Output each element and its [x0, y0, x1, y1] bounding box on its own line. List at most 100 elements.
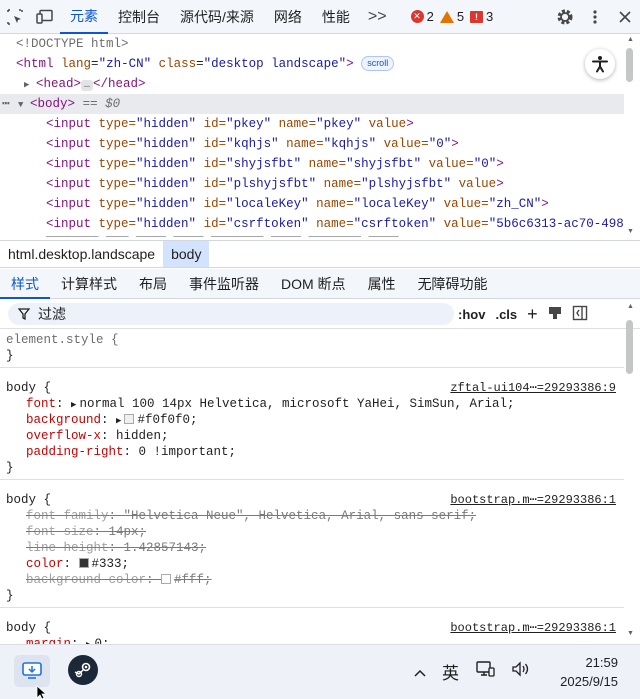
- color-swatch[interactable]: [124, 414, 135, 424]
- name-val: "csrftoken": [353, 217, 437, 231]
- volume-speaker-icon[interactable]: [511, 660, 531, 683]
- tab-console[interactable]: 控制台: [108, 0, 170, 34]
- rule-source-link[interactable]: bootstrap.m⋯=29293386:1: [450, 620, 616, 635]
- property-value: 1.42857143;: [123, 541, 207, 555]
- tree-line-input[interactable]: <input type="hidden" id="pkey" name="pke…: [0, 114, 624, 134]
- new-style-rule-button[interactable]: +: [527, 304, 538, 325]
- overridden-property[interactable]: line-height: 1.42857143;: [6, 540, 624, 556]
- scroll-up-arrow-icon[interactable]: ▲: [627, 36, 634, 43]
- breadcrumb: html.desktop.landscape body: [0, 240, 640, 268]
- styles-tabbar: 样式 计算样式 布局 事件监听器 DOM 断点 属性 无障碍功能: [0, 269, 640, 299]
- tab-dom-breakpoints[interactable]: DOM 断点: [270, 269, 357, 299]
- property-name: color: [26, 557, 64, 571]
- css-property[interactable]: margin: ▶0;: [6, 636, 624, 644]
- css-property[interactable]: overflow-x: hidden;: [6, 428, 624, 444]
- styles-scroll-up-arrow-icon[interactable]: ▲: [627, 303, 634, 310]
- input-tag: <input: [46, 177, 92, 191]
- tab-properties[interactable]: 属性: [357, 269, 407, 299]
- overridden-property[interactable]: font-family: "Helvetica Neue", Helvetica…: [6, 508, 624, 524]
- tree-line-input[interactable]: <input type="hidden" id="localeKey" name…: [0, 194, 624, 214]
- tab-styles[interactable]: 样式: [0, 269, 50, 299]
- scroll-badge[interactable]: scroll: [361, 56, 395, 72]
- clock-date: 2025/9/15: [560, 674, 618, 689]
- color-swatch[interactable]: [161, 574, 172, 584]
- rule-close: }: [6, 349, 14, 363]
- color-swatch[interactable]: [78, 558, 89, 568]
- tab-event-listeners[interactable]: 事件监听器: [178, 269, 270, 299]
- tab-layout[interactable]: 布局: [128, 269, 178, 299]
- settings-gear-icon[interactable]: [550, 0, 580, 34]
- tree-line-input[interactable]: <input type="hidden" id="plshyjsfbt" nam…: [0, 174, 624, 194]
- body-rule-zftal[interactable]: zftal-ui104⋯=29293386:9 body { font: ▶ no…: [0, 368, 624, 480]
- tree-line-head[interactable]: ▶ <head>… </head>: [0, 74, 624, 94]
- row-menu-dots-icon[interactable]: ⋯: [2, 97, 11, 111]
- css-property[interactable]: font: ▶ normal 100 14px Helvetica, micros…: [6, 396, 624, 412]
- name-val: "kqhjs": [323, 137, 377, 151]
- input-method-indicator[interactable]: 英: [442, 659, 459, 684]
- error-icon: ✕: [410, 10, 424, 23]
- dom-tree-scrollbar[interactable]: [626, 48, 633, 82]
- styles-scrollbar[interactable]: [626, 320, 633, 374]
- cls-button[interactable]: .cls: [495, 307, 517, 322]
- rule-source-link[interactable]: zftal-ui104⋯=29293386:9: [450, 380, 616, 395]
- tree-line-html[interactable]: <html lang="zh-CN" class="desktop landsc…: [0, 54, 624, 74]
- device-toolbar-icon[interactable]: [30, 0, 60, 34]
- tab-accessibility[interactable]: 无障碍功能: [407, 269, 499, 299]
- tree-line-input[interactable]: <input type="hidden" id="shyjsfbt" name=…: [0, 154, 624, 174]
- taskbar-app-remote-desktop-icon[interactable]: [14, 655, 50, 687]
- collapsed-ellipsis[interactable]: …: [81, 80, 94, 91]
- tree-line-input[interactable]: <input type="hidden" id="kqhjs" name="kq…: [0, 134, 624, 154]
- property-value: 14px;: [108, 525, 147, 539]
- more-tabs-button[interactable]: >>: [360, 8, 395, 26]
- type-val: "hidden": [136, 177, 197, 191]
- rendering-emulation-icon[interactable]: [548, 306, 562, 323]
- inspect-element-icon[interactable]: [0, 0, 30, 34]
- type-val: "hidden": [136, 217, 197, 231]
- body-rule-bootstrap-margin[interactable]: bootstrap.m⋯=29293386:1 body { margin: ▶…: [0, 608, 624, 644]
- system-clock[interactable]: 21:59 2025/9/15: [560, 653, 618, 691]
- body-rule-bootstrap[interactable]: bootstrap.m⋯=29293386:1 body { font-fami…: [0, 480, 624, 608]
- close-icon[interactable]: [610, 0, 640, 34]
- hov-button[interactable]: :hov: [458, 307, 485, 322]
- overridden-property[interactable]: font-size: 14px;: [6, 524, 624, 540]
- tab-computed[interactable]: 计算样式: [50, 269, 128, 299]
- property-name: font-family: [26, 509, 109, 523]
- breadcrumb-body[interactable]: body: [163, 241, 210, 267]
- filter-input[interactable]: 过滤: [8, 303, 454, 325]
- taskbar-app-steam-icon[interactable]: [68, 655, 98, 685]
- type-attr: type=: [98, 117, 137, 131]
- issue-counters[interactable]: ✕ 2 5 ! 3: [410, 9, 494, 24]
- property-value: 0;: [94, 637, 110, 644]
- breadcrumb-html[interactable]: html.desktop.landscape: [0, 241, 163, 267]
- toggle-sidebar-icon[interactable]: [572, 305, 588, 324]
- collapse-arrow-icon[interactable]: ▼: [18, 95, 30, 115]
- tree-line-doctype[interactable]: <!DOCTYPE html>: [0, 34, 624, 54]
- element-style-rule[interactable]: element.style { }: [0, 330, 624, 368]
- css-property[interactable]: background: ▶ #f0f0f0;: [6, 412, 624, 428]
- network-monitor-icon[interactable]: [475, 660, 495, 683]
- overridden-property[interactable]: background-color: #fff;: [6, 572, 624, 588]
- rule-source-link[interactable]: bootstrap.m⋯=29293386:1: [450, 492, 616, 507]
- accessibility-icon[interactable]: [585, 49, 615, 79]
- input-close-bracket: >: [406, 117, 414, 131]
- tree-line-input[interactable]: <input type="hidden" id="csrftoken" name…: [0, 214, 624, 234]
- expand-shorthand-icon[interactable]: ▶: [71, 400, 76, 410]
- tab-elements[interactable]: 元素: [60, 0, 108, 34]
- tray-expand-chevron-icon[interactable]: [414, 664, 426, 680]
- clock-time: 21:59: [585, 655, 618, 670]
- scroll-down-arrow-icon[interactable]: ▼: [627, 228, 634, 235]
- more-options-icon[interactable]: [580, 0, 610, 34]
- css-property[interactable]: padding-right: 0 !important;: [6, 444, 624, 460]
- property-value: #fff;: [174, 573, 212, 587]
- type-val: "hidden": [136, 137, 197, 151]
- css-property[interactable]: color: #333;: [6, 556, 624, 572]
- expand-arrow-icon[interactable]: ▶: [24, 75, 36, 95]
- tab-performance[interactable]: 性能: [312, 0, 360, 34]
- tree-line-body[interactable]: ⋯ ▼ <body> == $0: [0, 94, 624, 114]
- value-attr: value=: [443, 217, 489, 231]
- expand-shorthand-icon[interactable]: ▶: [116, 416, 121, 426]
- tab-network[interactable]: 网络: [264, 0, 312, 34]
- styles-scroll-down-arrow-icon[interactable]: ▼: [627, 630, 634, 637]
- issue-count: 3: [486, 9, 494, 24]
- tab-sources[interactable]: 源代码/来源: [170, 0, 264, 34]
